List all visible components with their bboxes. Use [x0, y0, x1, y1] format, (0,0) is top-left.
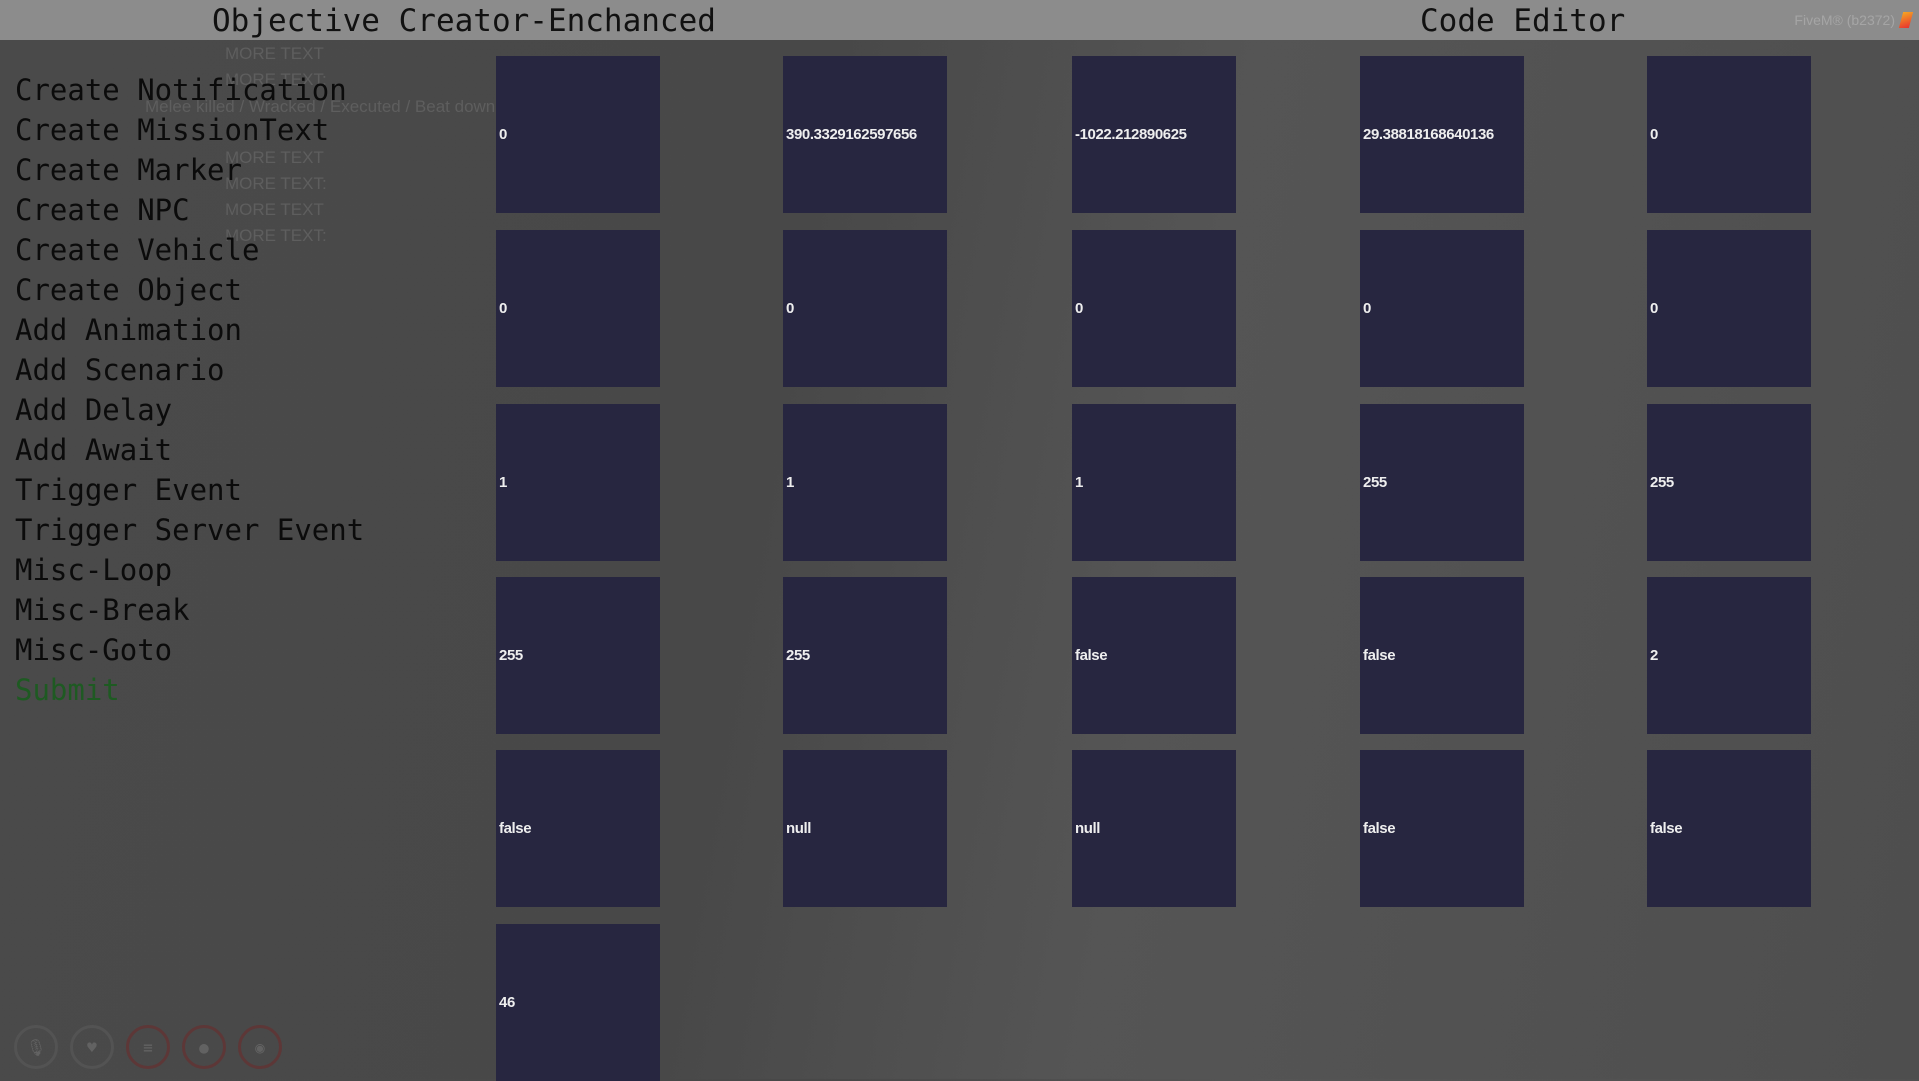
code-cell[interactable]: false	[1360, 577, 1524, 734]
menu-item-create-npc[interactable]: Create NPC	[15, 190, 364, 230]
code-cell[interactable]: 0	[496, 56, 660, 213]
code-cell[interactable]: 390.3329162597656	[783, 56, 947, 213]
code-cell[interactable]: false	[496, 750, 660, 907]
code-cell-value: 2	[1650, 647, 1658, 664]
code-cell-value: 1	[786, 474, 794, 491]
heart-icon: ♥	[70, 1025, 114, 1069]
menu-item-create-notification[interactable]: Create Notification	[15, 70, 364, 110]
code-cell[interactable]: 255	[1647, 404, 1811, 561]
code-cell[interactable]: 0	[1072, 230, 1236, 387]
menu-item-create-marker[interactable]: Create Marker	[15, 150, 364, 190]
code-cell[interactable]: 1	[783, 404, 947, 561]
code-cell[interactable]: null	[1072, 750, 1236, 907]
menu-item-create-missiontext[interactable]: Create MissionText	[15, 110, 364, 150]
code-cell[interactable]: false	[1360, 750, 1524, 907]
code-cell-value: 255	[1363, 474, 1387, 491]
code-cell[interactable]: 2	[1647, 577, 1811, 734]
menu-item-add-animation[interactable]: Add Animation	[15, 310, 364, 350]
code-cell-value: 1	[499, 474, 507, 491]
microphone-icon: 🎙	[14, 1025, 58, 1069]
code-cell[interactable]: 46	[496, 924, 660, 1081]
code-cell[interactable]: -1022.212890625	[1072, 56, 1236, 213]
header-bar: Objective Creator-Enchanced Code Editor …	[0, 0, 1919, 40]
code-cell-value: 390.3329162597656	[786, 126, 917, 143]
code-cell[interactable]: false	[1647, 750, 1811, 907]
code-editor-title: Code Editor	[1420, 3, 1626, 39]
food-icon: ≡	[126, 1025, 170, 1069]
code-cell-value: 0	[1363, 300, 1371, 317]
code-cell[interactable]: false	[1072, 577, 1236, 734]
code-cell[interactable]: null	[783, 750, 947, 907]
menu-item-add-delay[interactable]: Add Delay	[15, 390, 364, 430]
code-cell[interactable]: 1	[496, 404, 660, 561]
code-cell-value: 255	[499, 647, 523, 664]
code-cell-value: false	[1075, 647, 1108, 664]
menu-item-add-await[interactable]: Add Await	[15, 430, 364, 470]
code-cell[interactable]: 255	[783, 577, 947, 734]
menu-item-create-vehicle[interactable]: Create Vehicle	[15, 230, 364, 270]
fivem-build-label: FiveM® (b2372)	[1794, 12, 1895, 28]
menu-item-misc-break[interactable]: Misc-Break	[15, 590, 364, 630]
code-cell[interactable]: 255	[1360, 404, 1524, 561]
code-cell-value: false	[499, 820, 532, 837]
code-cell-value: 29.38818168640136	[1363, 126, 1494, 143]
menu-item-misc-loop[interactable]: Misc-Loop	[15, 550, 364, 590]
submit-button[interactable]: Submit	[15, 670, 364, 710]
code-cell-value: 0	[1075, 300, 1083, 317]
code-cell-value: 255	[1650, 474, 1674, 491]
code-cell-value: null	[786, 820, 812, 837]
background-text: MORE TEXT	[225, 44, 324, 63]
code-cell-value: false	[1363, 647, 1396, 664]
code-cell[interactable]: 255	[496, 577, 660, 734]
code-cell[interactable]: 0	[1360, 230, 1524, 387]
code-cell-value: 1	[1075, 474, 1083, 491]
fivem-logo-icon	[1898, 12, 1914, 28]
code-cell[interactable]: 29.38818168640136	[1360, 56, 1524, 213]
code-cell-value: 0	[1650, 126, 1658, 143]
code-cell-value: 255	[786, 647, 810, 664]
objective-menu: Create Notification Create MissionText Cre…	[15, 70, 364, 710]
code-cell-value: 46	[499, 994, 515, 1011]
menu-item-create-object[interactable]: Create Object	[15, 270, 364, 310]
code-cell-value: null	[1075, 820, 1101, 837]
code-cell-value: 0	[499, 300, 507, 317]
code-cell[interactable]: 1	[1072, 404, 1236, 561]
code-cell-value: false	[1650, 820, 1683, 837]
code-cell[interactable]: 0	[1647, 230, 1811, 387]
code-cell[interactable]: 0	[1647, 56, 1811, 213]
code-cell-value: 0	[1650, 300, 1658, 317]
menu-item-trigger-event[interactable]: Trigger Event	[15, 470, 364, 510]
code-cell-value: false	[1363, 820, 1396, 837]
brain-icon: ◉	[238, 1025, 282, 1069]
code-cell[interactable]: 0	[783, 230, 947, 387]
objective-creator-title: Objective Creator-Enchanced	[212, 3, 716, 39]
code-cell-value: 0	[786, 300, 794, 317]
water-drop-icon: ●	[182, 1025, 226, 1069]
code-cell[interactable]: 0	[496, 230, 660, 387]
code-cell-value: -1022.212890625	[1075, 126, 1187, 143]
menu-item-add-scenario[interactable]: Add Scenario	[15, 350, 364, 390]
menu-item-trigger-server-event[interactable]: Trigger Server Event	[15, 510, 364, 550]
menu-item-misc-goto[interactable]: Misc-Goto	[15, 630, 364, 670]
code-cell-value: 0	[499, 126, 507, 143]
